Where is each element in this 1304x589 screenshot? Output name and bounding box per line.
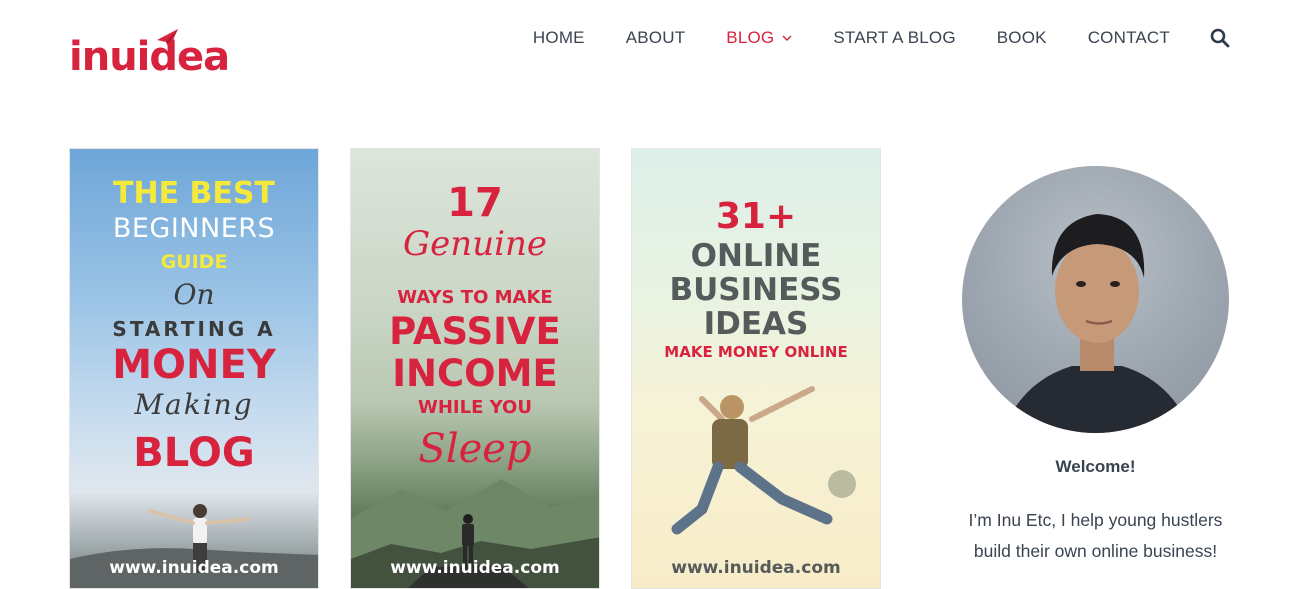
card-line: GUIDE [160,251,228,273]
card-line: THE BEST [113,176,275,211]
card-line: ONLINE [690,238,822,274]
nav-item-contact[interactable]: CONTACT [1088,28,1170,48]
site-logo[interactable]: inuidea [69,28,239,80]
logo-wordmark: inuidea [69,34,230,80]
nav-item-start-a-blog[interactable]: START A BLOG [833,28,955,48]
nav-item-about[interactable]: ABOUT [626,28,686,48]
chevron-down-icon [782,35,792,41]
card-line: BLOG [133,430,255,476]
card-line: WHILE YOU [418,397,532,418]
card-line: STARTING A [112,317,276,341]
card-line: BUSINESS [669,272,843,308]
card-line: On [173,278,215,311]
sidebar-bio: I’m Inu Etc, I help young hustlers build… [968,510,1223,561]
post-card-passive-income[interactable]: 17 Genuine WAYS TO MAKE PASSIVE INCOME W… [350,148,600,589]
card-line: INCOME [392,352,558,395]
card-line: PASSIVE [389,310,561,353]
card-line: WAYS TO MAKE [397,287,553,308]
sidebar-welcome-heading: Welcome! [1055,457,1136,476]
card-line: Sleep [418,426,532,472]
post-card-blogging-guide[interactable]: THE BEST BEGINNERS GUIDE On STARTING A M… [69,148,319,589]
nav-item-book[interactable]: BOOK [997,28,1047,48]
card-line: IDEAS [703,306,809,342]
author-portrait [1002,214,1192,433]
nav-item-blog-label: BLOG [726,28,775,47]
card-line: Genuine [403,224,547,264]
card-url: www.inuidea.com [390,558,560,578]
card-line: BEGINNERS [112,213,276,244]
author-avatar [962,166,1229,433]
card-line: Making [134,388,254,421]
card-url: www.inuidea.com [671,558,841,578]
jumping-person-illustration [671,386,856,535]
nav-item-blog[interactable]: BLOG [726,28,792,48]
card-line: 31+ [715,196,797,237]
card-line: 17 [447,180,503,226]
main-nav: HOME ABOUT BLOG START A BLOG BOOK CONTAC… [533,26,1230,50]
paper-plane-icon [157,29,178,49]
search-icon[interactable] [1210,28,1230,48]
nav-item-home[interactable]: HOME [533,28,585,48]
post-card-business-ideas[interactable]: 31+ ONLINE BUSINESS IDEAS MAKE MONEY ONL… [631,148,881,589]
card-line: MONEY [112,342,276,388]
card-line: MAKE MONEY ONLINE [664,343,848,361]
card-url: www.inuidea.com [109,558,279,578]
